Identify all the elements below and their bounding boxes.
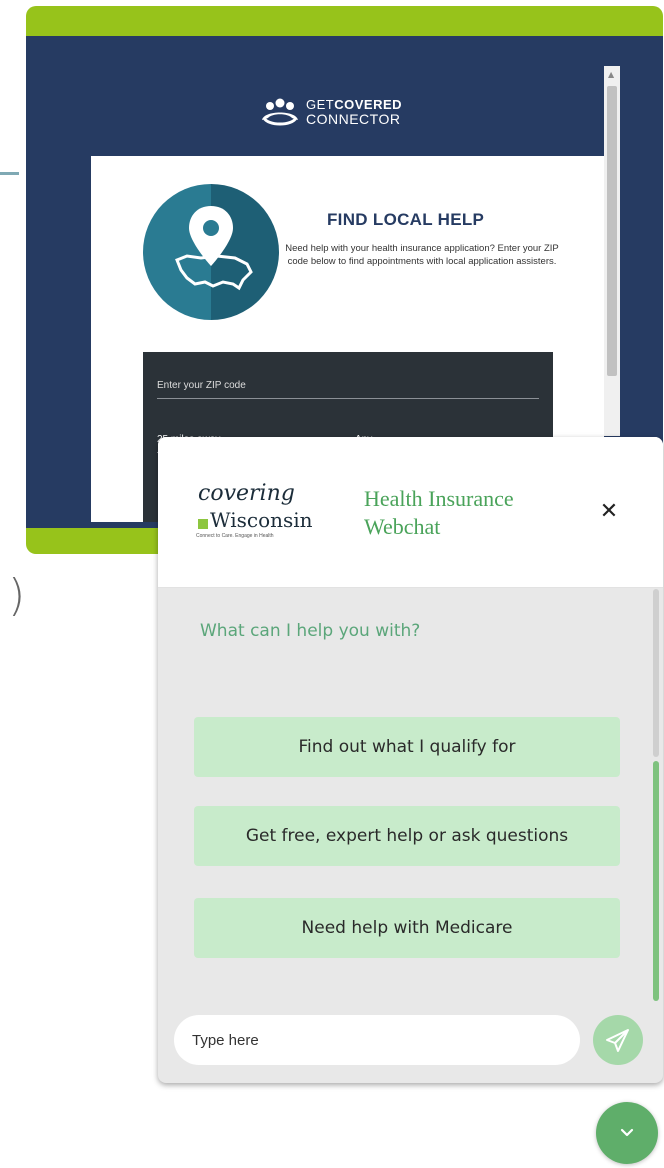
scroll-up-arrow-icon[interactable]: ▲ [608, 70, 614, 79]
zip-underline [157, 398, 539, 399]
logo-word-covering: covering [198, 481, 295, 506]
get-covered-connector-logo: GETCOVERED CONNECTOR [258, 96, 402, 128]
map-pin-usa-icon [143, 184, 279, 320]
option-expert-help-button[interactable]: Get free, expert help or ask questions [194, 806, 620, 866]
background-scroll-thumb[interactable] [607, 86, 617, 376]
find-help-title: FIND LOCAL HELP [327, 210, 485, 229]
send-button[interactable] [593, 1015, 643, 1065]
logo-get: GET [306, 97, 335, 112]
people-group-icon [262, 98, 298, 126]
decorative-line [0, 172, 19, 175]
logo-covered: COVERED [334, 97, 403, 112]
webchat-title-line2: Webchat [364, 514, 441, 539]
webchat-scroll-track[interactable] [653, 589, 659, 757]
close-icon[interactable]: ✕ [594, 497, 624, 527]
webchat-scrollbar[interactable] [653, 589, 659, 1001]
bot-prompt-message: What can I help you with? [200, 621, 421, 641]
zip-input[interactable]: Enter your ZIP code [157, 380, 246, 391]
webchat-panel: covering Wisconsin Connect to Care. Enga… [158, 437, 663, 1083]
logo-square-icon [198, 519, 208, 529]
chevron-down-icon [620, 1128, 634, 1137]
logo-connector: CONNECTOR [306, 111, 401, 127]
option-medicare-button[interactable]: Need help with Medicare [194, 898, 620, 958]
logo-word-wisconsin: Wisconsin [210, 508, 313, 532]
chat-toggle-button[interactable] [596, 1102, 658, 1164]
find-help-description: Need help with your health insurance app… [285, 243, 559, 267]
webchat-title-line1: Health Insurance [364, 486, 514, 511]
partial-glyph: ) [8, 570, 26, 621]
option-qualify-button[interactable]: Find out what I qualify for [194, 717, 620, 777]
webchat-header: covering Wisconsin Connect to Care. Enga… [158, 437, 663, 588]
message-input[interactable] [192, 1015, 562, 1065]
background-scrollbar[interactable]: ▲ [604, 66, 620, 436]
webchat-scroll-thumb[interactable] [653, 761, 659, 1001]
message-input-wrapper [174, 1015, 580, 1065]
paper-plane-icon [606, 1029, 629, 1052]
covering-wisconsin-logo: covering Wisconsin Connect to Care. Enga… [196, 481, 322, 545]
logo-tagline: Connect to Care. Engage in Health [196, 533, 274, 539]
webchat-title: Health Insurance Webchat [364, 485, 564, 541]
